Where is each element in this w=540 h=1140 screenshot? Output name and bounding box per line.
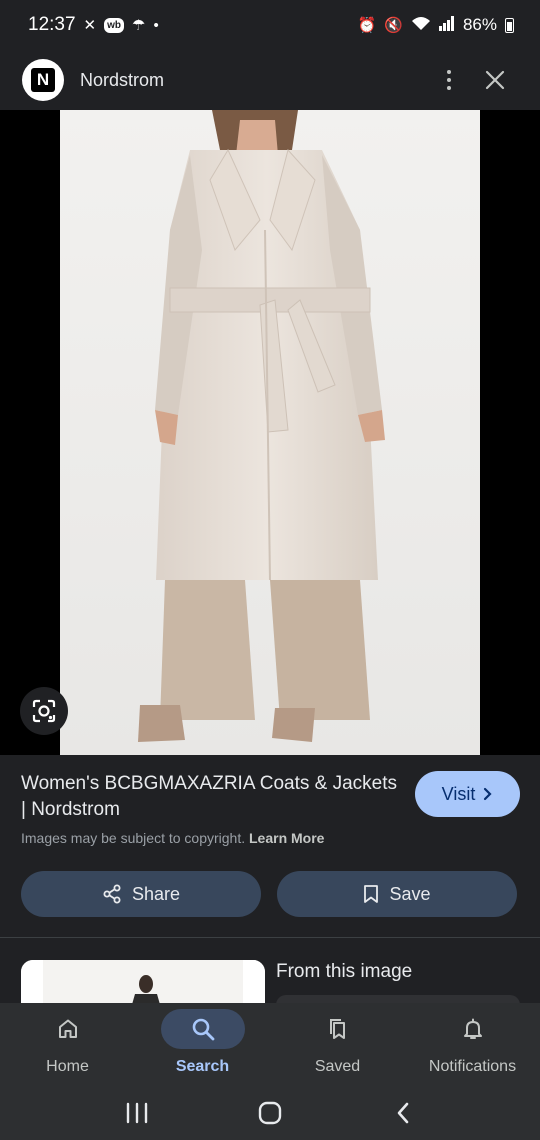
site-logo: N [22, 59, 64, 101]
bottom-navigation: Home Search Saved Notifications [0, 1003, 540, 1085]
nav-notifications-label: Notifications [428, 1058, 517, 1075]
visit-button[interactable]: Visit [415, 771, 520, 817]
back-chevron-icon [398, 1102, 409, 1123]
related-image-thumbnail [21, 960, 265, 1008]
home-icon [58, 1019, 77, 1038]
nav-search[interactable]: Search [135, 1003, 270, 1085]
result-info-panel: Women's BCBGMAXAZRIA Coats & Jackets | N… [0, 755, 540, 1008]
notification-dot-icon: • [153, 16, 159, 34]
home-system-button[interactable] [240, 1093, 300, 1133]
share-button[interactable]: Share [21, 871, 261, 917]
save-button[interactable]: Save [277, 871, 517, 917]
signal-icon [438, 16, 455, 34]
learn-more-link[interactable]: Learn More [249, 830, 324, 846]
share-icon [103, 884, 121, 904]
site-name[interactable]: Nordstrom [80, 70, 426, 91]
close-button[interactable] [472, 57, 518, 103]
product-photo[interactable] [60, 110, 480, 755]
nav-saved-icon-wrap [296, 1009, 380, 1049]
copyright-text: Images may be subject to copyright. [21, 830, 246, 846]
alarm-icon: ⏰ [357, 16, 377, 34]
nav-saved[interactable]: Saved [270, 1003, 405, 1085]
nav-home[interactable]: Home [0, 1003, 135, 1085]
close-icon [485, 70, 505, 90]
copyright-notice: Images may be subject to copyright. Lear… [21, 830, 324, 846]
result-title[interactable]: Women's BCBGMAXAZRIA Coats & Jackets | N… [21, 771, 401, 823]
nav-home-icon-wrap [26, 1009, 110, 1049]
wb-app-icon: wb [104, 17, 125, 33]
more-options-button[interactable] [426, 57, 472, 103]
from-this-image-heading: From this image [276, 961, 413, 982]
nav-home-label: Home [46, 1058, 89, 1075]
nav-search-label: Search [175, 1058, 230, 1075]
result-header: N Nordstrom [0, 50, 540, 110]
saved-icon [329, 1019, 345, 1039]
section-divider [0, 937, 540, 938]
nav-saved-label: Saved [314, 1058, 361, 1075]
site-logo-letter: N [31, 68, 55, 92]
bell-icon [463, 1018, 482, 1039]
nav-search-icon-wrap [160, 1009, 245, 1049]
related-image-card[interactable] [21, 960, 265, 1008]
save-label: Save [389, 883, 431, 904]
share-label: Share [131, 883, 181, 904]
wifi-icon [411, 16, 431, 34]
home-circle-icon [258, 1101, 282, 1124]
coat-model-illustration [60, 110, 480, 755]
search-icon [192, 1018, 214, 1041]
status-time: 12:37 [28, 14, 76, 35]
status-bar: 12:37 ✕ wb ☂ • ⏰ 🔇 86% [0, 0, 540, 50]
more-vert-icon [447, 70, 451, 90]
nav-notifications-icon-wrap [431, 1009, 515, 1049]
system-navigation-bar [0, 1085, 540, 1140]
battery-percentage: 86% [462, 15, 497, 34]
chevron-right-icon [484, 787, 492, 801]
mute-icon: 🔇 [384, 16, 403, 34]
battery-icon [505, 17, 514, 33]
umbrella-icon: ☂ [132, 16, 146, 34]
image-viewer[interactable] [0, 110, 540, 755]
nav-notifications[interactable]: Notifications [405, 1003, 540, 1085]
visit-label: Visit [441, 783, 476, 804]
recent-apps-button[interactable] [107, 1093, 167, 1133]
recent-apps-icon [126, 1102, 147, 1123]
back-button[interactable] [373, 1093, 433, 1133]
lens-search-button[interactable] [20, 687, 68, 735]
lens-camera-icon [32, 699, 56, 723]
missed-call-icon: ✕ [83, 16, 97, 34]
bookmark-icon [364, 885, 379, 903]
